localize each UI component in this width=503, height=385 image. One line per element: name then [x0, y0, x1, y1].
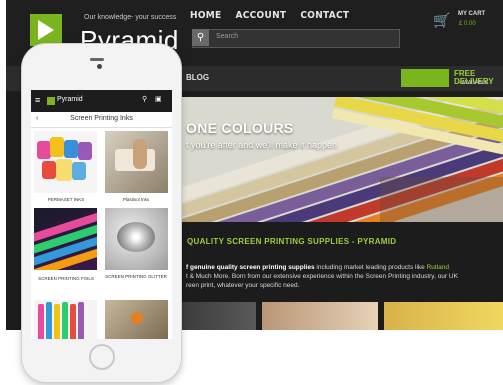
mobile-search-icon[interactable]: ⚲ [142, 95, 147, 103]
divider [31, 127, 172, 128]
hero-image[interactable] [180, 97, 503, 222]
swatch-fan-image [180, 97, 503, 222]
pyramid-logo-icon[interactable] [30, 14, 62, 46]
phone-screen: ≡ Pyramid ⚲ ▣ Screen Printing Inks ‹ PER… [31, 90, 172, 339]
cart-amount: £ 0.00 [459, 21, 476, 27]
para-mid: including market leading products like [314, 264, 427, 271]
phone-speaker [90, 58, 104, 61]
mobile-page-title: Screen Printing Inks [70, 115, 133, 122]
product-thumb-3[interactable] [384, 302, 503, 330]
tile-caption-permaset[interactable]: PERMASET INKS [33, 197, 99, 203]
mobile-brand[interactable]: Pyramid [57, 96, 83, 103]
mobile-cart-icon[interactable]: ▣ [155, 95, 162, 103]
intro-paragraph: f genuine quality screen printing suppli… [186, 263, 502, 290]
hamburger-menu-icon[interactable]: ≡ [35, 95, 40, 105]
home-button[interactable] [89, 344, 115, 370]
para-lead: f genuine quality screen printing suppli… [186, 264, 315, 271]
cart-title[interactable]: MY CART [458, 11, 485, 17]
search-placeholder: Search [216, 33, 239, 40]
rutland-link[interactable]: Rutland [427, 264, 449, 271]
tile-permaset-inks[interactable] [34, 131, 97, 193]
section-title: QUALITY SCREEN PRINTING SUPPLIES - PYRAM… [187, 237, 397, 246]
nav-contact[interactable]: CONTACT [300, 10, 349, 21]
cart-icon[interactable]: 🛒 [433, 12, 450, 29]
tile-partial-photo[interactable] [105, 300, 168, 339]
tile-screen-printing-glitter[interactable] [105, 208, 168, 270]
tile-plastisol-inks[interactable] [105, 131, 168, 193]
product-thumb-1[interactable] [180, 302, 256, 330]
main-nav: HOME ACCOUNT CONTACT [190, 10, 349, 21]
tile-partial-spools[interactable] [34, 300, 97, 339]
search-icon[interactable]: ⚲ [192, 29, 209, 46]
tile-caption-plastisol[interactable]: Plastisol Inks [103, 197, 169, 203]
para-line2: t & Much More. Born from our extensive e… [186, 273, 458, 280]
nav-blog[interactable]: BLOG [186, 73, 209, 82]
hero-subtitle: t you're after and we'll make it happen [186, 140, 338, 150]
tile-caption-glitter[interactable]: SCREEN PRINTING GLITTER [103, 274, 169, 280]
back-chevron-icon[interactable]: ‹ [36, 115, 38, 122]
tagline: Our knowledge- your success [84, 14, 177, 21]
phone-camera-icon [97, 64, 102, 69]
product-thumb-2[interactable] [262, 302, 378, 330]
free-delivery-sub: - AVAILABLE - [459, 80, 492, 86]
tile-screen-printing-foils[interactable] [34, 208, 97, 270]
para-line3: reen print, whatever your specific need. [186, 282, 300, 289]
nav-account[interactable]: ACCOUNT [235, 10, 286, 21]
hero-title: ONE COLOURS [186, 120, 294, 136]
tile-caption-foils[interactable]: SCREEN PRINTING FOILS [33, 276, 99, 282]
mobile-logo-icon[interactable] [47, 97, 55, 105]
nav-home[interactable]: HOME [190, 10, 221, 21]
truck-icon [401, 69, 449, 87]
